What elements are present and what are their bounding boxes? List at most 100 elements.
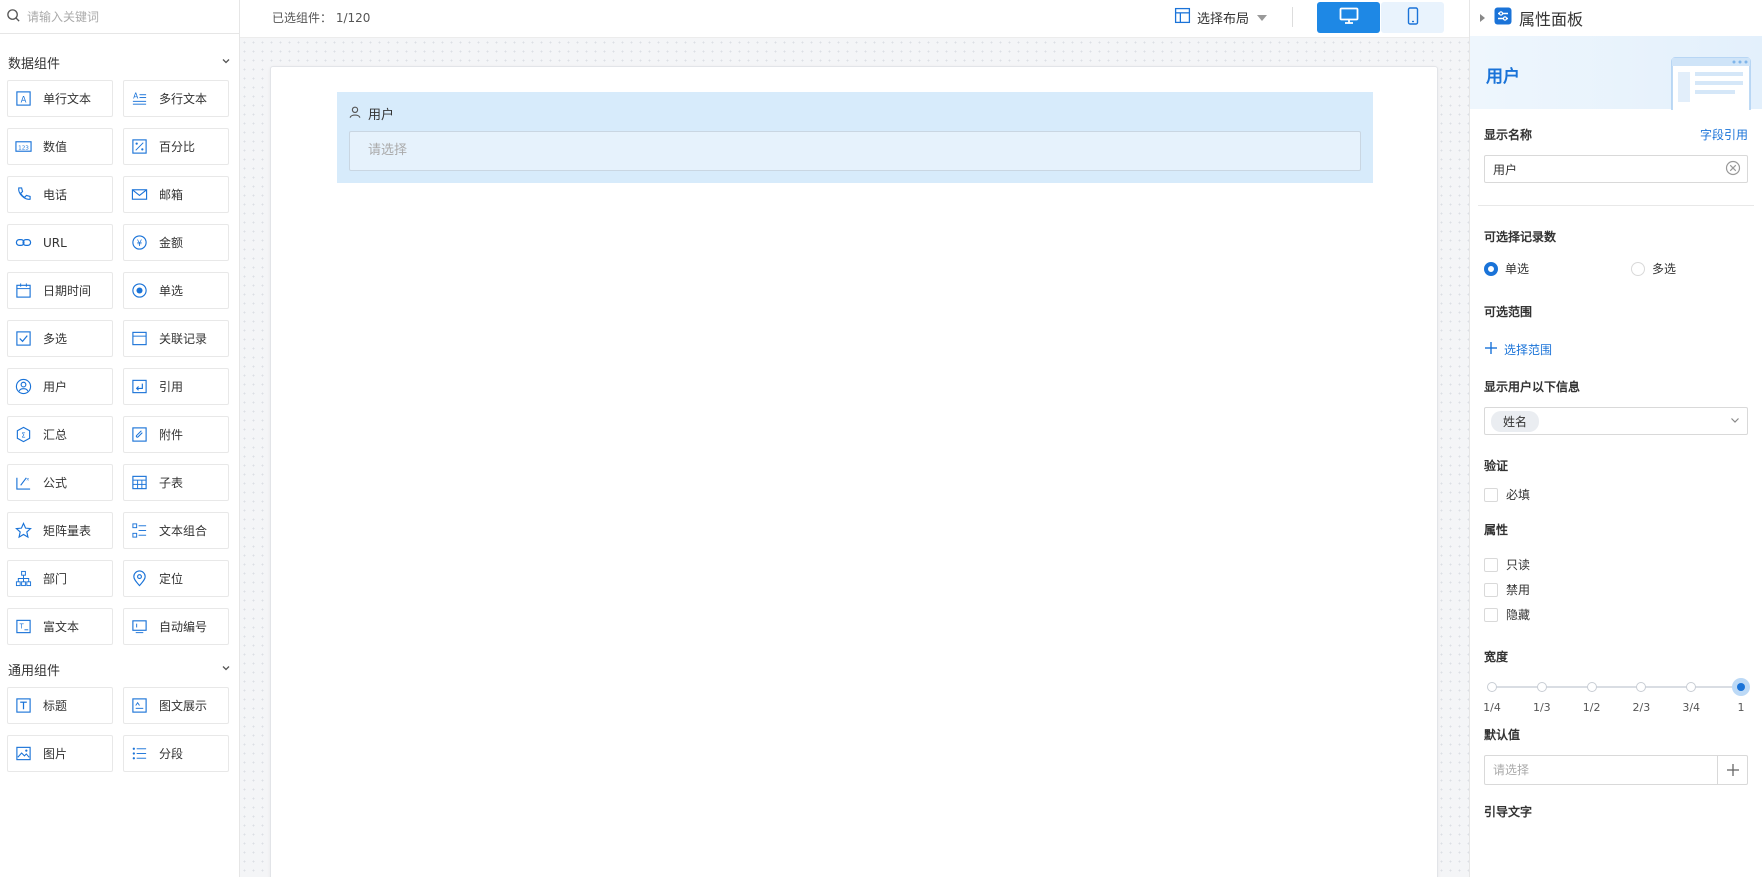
width-stop-dot[interactable] [1686,682,1697,692]
component-item-label: 用户 [43,380,68,394]
related-record-icon [130,330,148,348]
default-placeholder: 请选择 [1493,763,1530,777]
hidden-checkbox[interactable] [1484,607,1498,622]
radio-multi[interactable] [1631,261,1645,276]
desktop-icon [1339,7,1359,28]
add-default-button[interactable] [1717,756,1747,784]
component-item-text-field[interactable]: A 单行文本 [7,80,113,117]
property-panel-header[interactable]: 属性面板 [1470,0,1762,36]
component-item-matrix-scale[interactable]: 矩阵量表 [7,512,113,549]
component-item-phone[interactable]: 电话 [7,176,113,213]
disabled-checkbox[interactable] [1484,582,1498,597]
component-item-label: 金额 [159,236,184,250]
chevron-down-icon [221,55,231,70]
desktop-view-button[interactable] [1317,2,1380,33]
component-item-label: 附件 [159,428,184,442]
default-label: 默认值 [1484,728,1521,742]
component-item-number[interactable]: 123 数值 [7,128,113,165]
width-stop-dot[interactable] [1487,682,1497,692]
component-item-label: 百分比 [159,140,196,154]
width-slider[interactable]: 1/4 1/3 1/2 2/3 3/4 1 [1483,677,1750,721]
section-divider [1478,205,1754,206]
component-item-money[interactable]: ¥ 金额 [123,224,229,261]
selected-form-field[interactable]: 用户 请选择 [337,92,1373,183]
component-item-section[interactable]: 分段 [123,735,229,772]
radio-multi-option[interactable]: 多选 [1631,260,1676,277]
default-value-input[interactable]: 请选择 [1484,755,1748,785]
component-item-rich-text[interactable]: T 富文本 [7,608,113,645]
readonly-label: 只读 [1506,558,1531,572]
validation-section: 验证 必填 [1470,457,1762,507]
component-item-heading[interactable]: 标题 [7,687,113,724]
chevron-down-icon [1729,414,1741,429]
department-icon [14,570,32,588]
component-item-label: 图片 [43,747,68,761]
display-name-input[interactable]: 用户 [1484,155,1748,183]
layout-select-label: 选择布局 [1197,12,1250,27]
component-item-label: 日期时间 [43,284,92,298]
clear-icon[interactable] [1725,160,1741,179]
width-stop-dot[interactable] [1732,678,1750,696]
records-section: 可选择记录数 单选 多选 [1470,228,1762,277]
width-stop-dot[interactable] [1536,682,1547,692]
selected-count-value: 1/120 [335,11,371,25]
collapse-arrow-icon[interactable] [1480,14,1485,22]
component-item-link[interactable]: URL [7,224,113,261]
component-item-user[interactable]: 用户 [7,368,113,405]
svg-text:T: T [18,622,24,630]
component-item-summary[interactable]: Σ 汇总 [7,416,113,453]
readonly-option[interactable]: 只读 [1484,552,1748,577]
show-info-select[interactable]: 姓名 [1484,407,1748,435]
component-item-related-record[interactable]: 关联记录 [123,320,229,357]
text-field-icon: A [14,90,32,108]
component-item-radio[interactable]: 单选 [123,272,229,309]
readonly-checkbox[interactable] [1484,557,1498,572]
mobile-view-button[interactable] [1381,2,1444,33]
required-label: 必填 [1506,488,1531,502]
group-header-general[interactable]: 通用组件 [0,659,239,679]
display-name-value: 用户 [1493,162,1518,177]
group-header-data[interactable]: 数据组件 [0,52,239,72]
disabled-option[interactable]: 禁用 [1484,577,1748,602]
info-tag[interactable]: 姓名 [1491,410,1540,432]
search-input[interactable] [27,9,227,24]
component-item-checkbox[interactable]: 多选 [7,320,113,357]
svg-text:Σ: Σ [21,431,25,439]
component-item-image[interactable]: 图片 [7,735,113,772]
select-range-button[interactable]: 选择范围 [1484,341,1748,358]
component-item-quote[interactable]: 引用 [123,368,229,405]
component-item-department[interactable]: 部门 [7,560,113,597]
text-group-icon [130,522,148,540]
disabled-label: 禁用 [1506,583,1531,597]
hidden-option[interactable]: 隐藏 [1484,602,1748,627]
percent-icon [130,138,148,156]
width-stop-label: 2/3 [1632,701,1651,714]
component-item-label: 自动编号 [159,620,208,634]
component-item-calendar[interactable]: 日期时间 [7,272,113,309]
component-item-attachment[interactable]: 附件 [123,416,229,453]
radio-single-option[interactable]: 单选 [1484,260,1631,277]
form-designer: 数据组件 A单行文本A多行文本123数值百分比电话邮箱URL¥金额日期时间单选多… [0,0,1762,877]
component-item-location[interactable]: 定位 [123,560,229,597]
form-field-input[interactable]: 请选择 [349,131,1361,171]
show-info-section: 显示用户以下信息 姓名 [1470,378,1762,435]
component-item-formula[interactable]: x 公式 [7,464,113,501]
component-item-percent[interactable]: 百分比 [123,128,229,165]
component-item-image-text[interactable]: 图文展示 [123,687,229,724]
component-item-text-group[interactable]: 文本组合 [123,512,229,549]
component-item-label: URL [43,235,67,250]
component-item-auto-number[interactable]: 自动编号 [123,608,229,645]
component-item-label: 多选 [43,332,68,346]
width-stop-dot[interactable] [1586,682,1597,692]
radio-single[interactable] [1484,261,1498,276]
required-checkbox[interactable] [1484,487,1498,502]
width-stop-dot[interactable] [1636,682,1647,692]
component-item-mail[interactable]: 邮箱 [123,176,229,213]
layout-select[interactable]: 选择布局 [1174,7,1268,28]
required-option[interactable]: 必填 [1484,482,1748,507]
component-item-subtable[interactable]: 子表 [123,464,229,501]
formula-icon: x [14,474,32,492]
field-reference-link[interactable]: 字段引用 [1700,126,1748,143]
component-item-multiline-text[interactable]: A 多行文本 [123,80,229,117]
display-name-label: 显示名称 [1484,128,1533,142]
